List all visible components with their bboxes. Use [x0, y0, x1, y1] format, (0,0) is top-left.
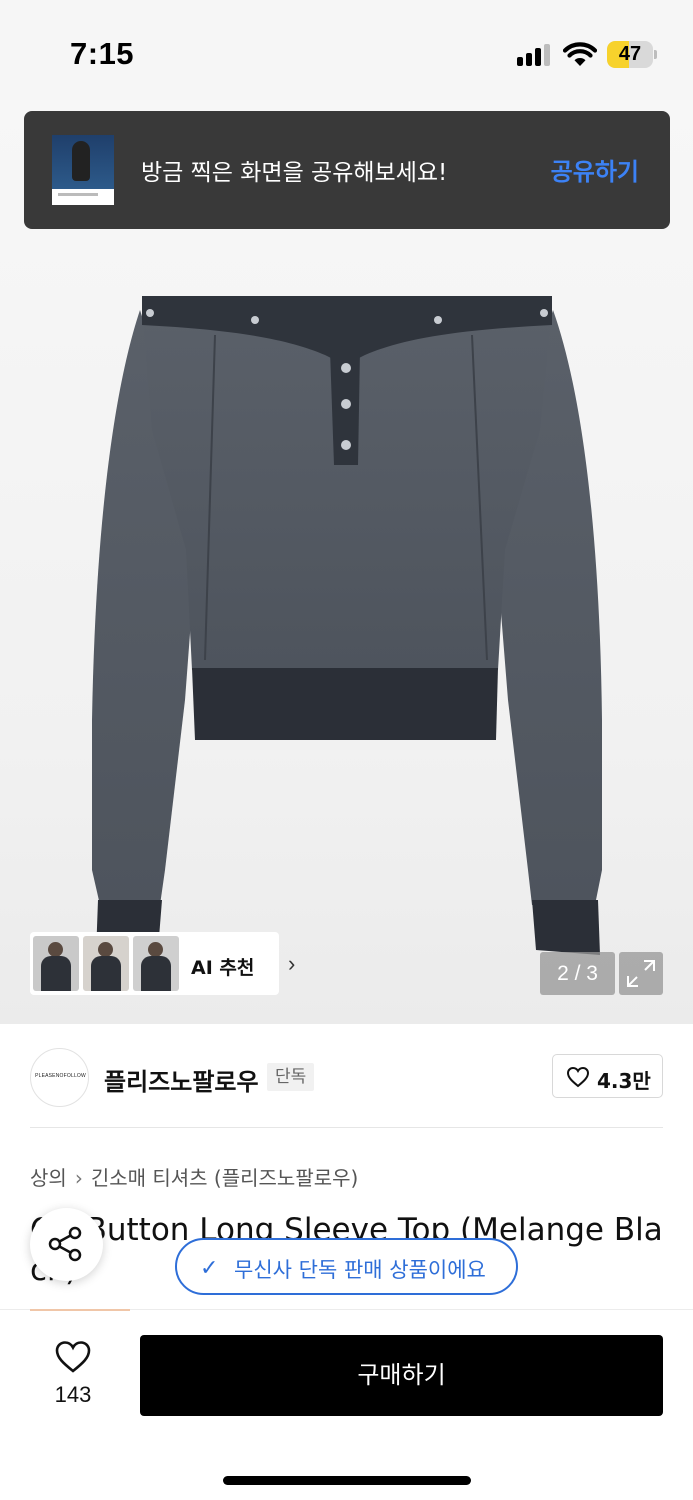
image-counter: 2 / 3 [540, 952, 615, 995]
bottom-action-bar: 143 구매하기 [0, 1309, 693, 1500]
brand-like-button[interactable]: 4.3만 [552, 1054, 663, 1098]
share-fab-button[interactable] [30, 1208, 103, 1281]
expand-icon [627, 960, 655, 987]
heart-icon [566, 1066, 590, 1088]
exclusive-badge: 단독 [267, 1063, 315, 1091]
ai-recommend-thumbnail [83, 936, 129, 991]
brand-logo[interactable]: PLEASENOFOLLOW [30, 1048, 89, 1107]
ai-recommend-thumbnail [133, 936, 179, 991]
product-photo-sweater [92, 296, 602, 955]
exclusive-notice: ✓ 무신사 단독 판매 상품이에요 [175, 1238, 518, 1295]
home-indicator[interactable] [223, 1476, 471, 1485]
divider [30, 1309, 130, 1311]
chevron-right-icon: › [74, 1166, 83, 1190]
share-screenshot-toast: 방금 찍은 화면을 공유해보세요! 공유하기 [24, 111, 670, 229]
exclusive-notice-text: 무신사 단독 판매 상품이에요 [234, 1258, 486, 1282]
battery-level: 47 [618, 43, 642, 65]
chevron-right-icon: › [288, 951, 296, 976]
ai-recommend-thumbnail [33, 936, 79, 991]
check-icon: ✓ [200, 1255, 219, 1280]
divider [30, 1127, 663, 1128]
brand-name[interactable]: 플리즈노팔로우 [104, 1062, 259, 1097]
breadcrumb-item[interactable]: 상의 [30, 1166, 67, 1190]
share-icon [48, 1226, 82, 1262]
share-toast-message: 방금 찍은 화면을 공유해보세요! [141, 160, 448, 186]
breadcrumb-item[interactable]: 긴소매 티셔츠 (플리즈노팔로우) [91, 1166, 359, 1190]
wishlist-count: 143 [54, 1382, 92, 1407]
battery-icon: 47 [607, 41, 657, 68]
status-time: 7:15 [70, 36, 135, 71]
expand-image-button[interactable] [619, 952, 663, 995]
cellular-signal-icon [517, 44, 553, 66]
breadcrumb: 상의 › 긴소매 티셔츠 (플리즈노팔로우) [30, 1162, 358, 1191]
share-button[interactable]: 공유하기 [551, 152, 639, 187]
ai-recommend-label: AI 추천 [191, 957, 255, 979]
wifi-icon [563, 42, 597, 66]
heart-icon [55, 1341, 91, 1373]
screenshot-thumbnail [52, 135, 114, 205]
brand-logo-text: PLEASENOFOLLOW [35, 1073, 86, 1079]
buy-button[interactable]: 구매하기 [140, 1335, 663, 1416]
ai-recommend-button[interactable]: AI 추천 › [30, 932, 295, 995]
brand-like-count: 4.3만 [597, 1069, 651, 1093]
product-image[interactable] [0, 100, 693, 1024]
status-bar: 7:15 47 [0, 0, 693, 100]
wishlist-button[interactable]: 143 [40, 1334, 106, 1414]
